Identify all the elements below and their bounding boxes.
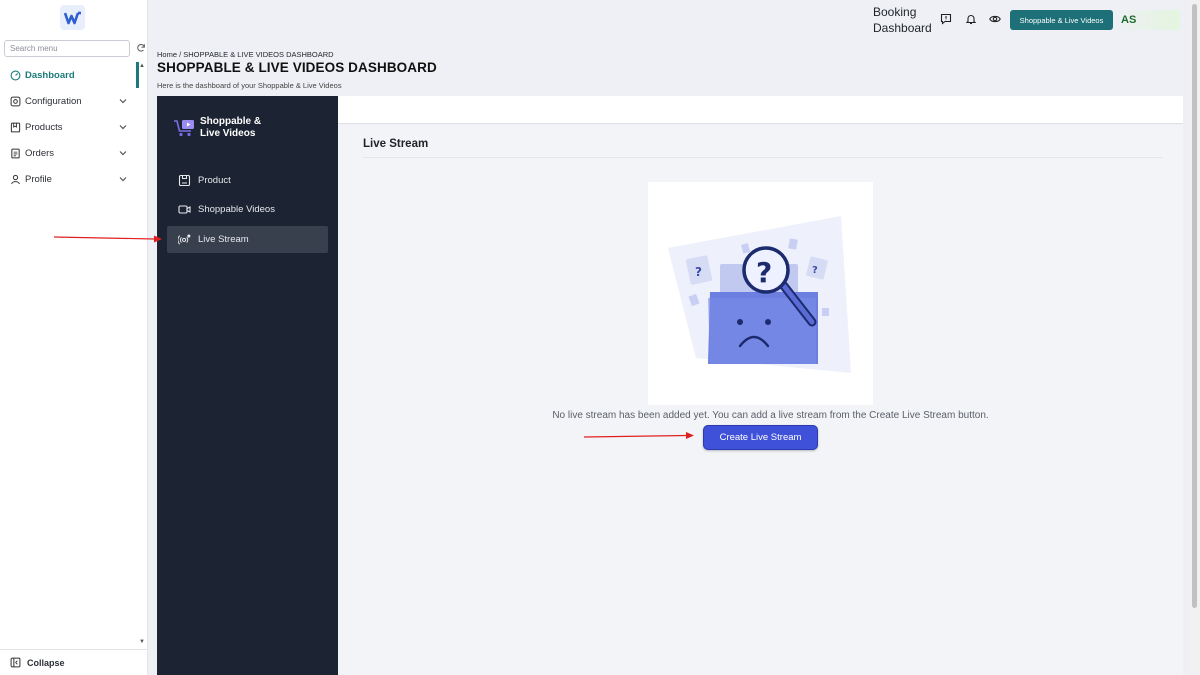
- sidebar-item-configuration[interactable]: Configuration: [0, 88, 148, 114]
- sidebar-item-label: Configuration: [25, 95, 82, 107]
- collapse-label: Collapse: [27, 657, 65, 668]
- sidebar-item-orders[interactable]: Orders: [0, 140, 148, 166]
- app-sidebar: Dashboard Configuration Products Orders …: [0, 0, 148, 675]
- chevron-down-icon[interactable]: [118, 148, 128, 158]
- top-bar: Booking Dashboard Shoppable & Live Video…: [150, 0, 1190, 42]
- module-item-label: Product: [198, 175, 231, 186]
- video-camera-icon: [178, 203, 191, 216]
- bookmark-icon: [10, 122, 21, 133]
- empty-state-message-text: No live stream has been added yet. You c…: [552, 410, 989, 421]
- annotation-arrow-icon: [54, 235, 162, 243]
- logo-w-icon: [63, 11, 81, 24]
- gauge-icon: [10, 70, 21, 81]
- content-header-strip: [338, 96, 1183, 124]
- module-brand: Shoppable & Live Videos: [173, 116, 280, 140]
- bell-icon[interactable]: [965, 13, 977, 25]
- empty-state-message: No live stream has been added yet. You c…: [338, 410, 1183, 421]
- empty-folder-search-icon: ? ? ?: [668, 216, 851, 373]
- sidebar-item-label: Dashboard: [25, 69, 75, 81]
- section-divider: [363, 157, 1163, 158]
- document-icon: [10, 148, 21, 159]
- chevron-down-icon[interactable]: [118, 174, 128, 184]
- sidebar-item-label: Products: [25, 121, 63, 133]
- svg-text:?: ?: [812, 265, 818, 276]
- user-icon: [10, 174, 21, 185]
- sidebar-nav: Dashboard Configuration Products Orders …: [0, 62, 148, 192]
- app-logo[interactable]: [60, 5, 85, 30]
- create-live-stream-button[interactable]: Create Live Stream: [703, 425, 818, 450]
- module-item-label: Live Stream: [198, 234, 249, 245]
- scroll-down-arrow-icon[interactable]: ▼: [139, 639, 145, 645]
- module-item-shoppable-videos[interactable]: Shoppable Videos: [167, 196, 328, 223]
- sidebar-item-label: Orders: [25, 147, 55, 159]
- settings-icon: [10, 96, 21, 107]
- module-brand-name: Shoppable & Live Videos: [200, 116, 262, 139]
- avatar[interactable]: AS: [1116, 10, 1180, 30]
- annotation-arrow-icon: [584, 432, 694, 439]
- sidebar-item-label: Profile: [25, 173, 52, 185]
- module-item-live-stream[interactable]: Live Stream: [167, 226, 328, 253]
- product-icon: [178, 174, 191, 187]
- module-item-label: Shoppable Videos: [198, 204, 275, 215]
- page-scrollbar-thumb[interactable]: [1192, 4, 1197, 608]
- shopping-cart-video-icon: [174, 120, 194, 137]
- shoppable-live-videos-button[interactable]: Shoppable & Live Videos: [1010, 10, 1113, 30]
- svg-text:?: ?: [756, 256, 772, 289]
- refresh-icon[interactable]: [136, 43, 146, 53]
- breadcrumb[interactable]: Home / SHOPPABLE & LIVE VIDEOS DASHBOARD: [157, 50, 334, 59]
- page-subtitle: Here is the dashboard of your Shoppable …: [157, 81, 342, 90]
- collapse-button[interactable]: Collapse: [0, 649, 148, 675]
- svg-text:?: ?: [695, 265, 702, 279]
- empty-state-illustration: ? ? ?: [648, 182, 873, 405]
- collapse-icon: [10, 657, 21, 668]
- search-menu-input[interactable]: [4, 40, 130, 57]
- page-scrollbar[interactable]: [1190, 0, 1200, 675]
- chevron-down-icon[interactable]: [118, 96, 128, 106]
- feedback-icon[interactable]: [940, 13, 952, 25]
- scroll-up-arrow-icon[interactable]: ▲: [139, 63, 145, 69]
- page-title: SHOPPABLE & LIVE VIDEOS DASHBOARD: [157, 60, 437, 75]
- booking-dashboard-link[interactable]: Booking Dashboard: [873, 4, 935, 36]
- sidebar-item-profile[interactable]: Profile: [0, 166, 148, 192]
- eye-icon[interactable]: [989, 13, 1001, 25]
- module-sidebar: Shoppable & Live Videos Product Shoppabl…: [157, 96, 338, 675]
- chevron-down-icon[interactable]: [118, 122, 128, 132]
- sidebar-item-dashboard[interactable]: Dashboard: [0, 62, 148, 88]
- sidebar-item-products[interactable]: Products: [0, 114, 148, 140]
- section-title: Live Stream: [363, 138, 429, 150]
- live-stream-icon: [178, 233, 191, 246]
- module-item-product[interactable]: Product: [167, 167, 328, 194]
- search-wrap: [4, 40, 146, 58]
